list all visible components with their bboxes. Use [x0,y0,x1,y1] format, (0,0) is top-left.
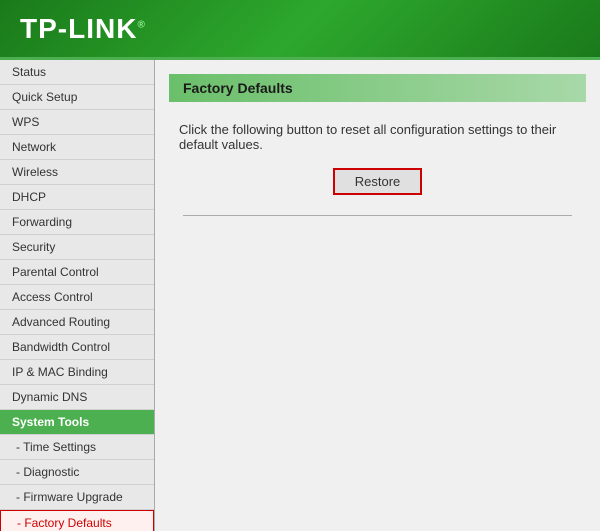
sidebar-item-firmware-upgrade[interactable]: - Firmware Upgrade [0,485,154,510]
logo-text: TP-LINK [20,13,137,44]
sidebar-item-ip-mac-binding[interactable]: IP & MAC Binding [0,360,154,385]
sidebar-item-wps[interactable]: WPS [0,110,154,135]
content-body: Click the following button to reset all … [155,102,600,246]
logo-registered: ® [137,19,145,30]
description-text: Click the following button to reset all … [179,122,586,152]
sidebar-item-access-control[interactable]: Access Control [0,285,154,310]
content-area: Factory Defaults Click the following but… [155,60,600,531]
sidebar-item-wireless[interactable]: Wireless [0,160,154,185]
sidebar: StatusQuick SetupWPSNetworkWirelessDHCPF… [0,60,155,531]
logo: TP-LINK® [20,13,146,45]
sidebar-item-bandwidth-control[interactable]: Bandwidth Control [0,335,154,360]
sidebar-item-status[interactable]: Status [0,60,154,85]
sidebar-item-quick-setup[interactable]: Quick Setup [0,85,154,110]
sidebar-item-factory-defaults[interactable]: - Factory Defaults [0,510,154,531]
sidebar-item-parental-control[interactable]: Parental Control [0,260,154,285]
sidebar-item-network[interactable]: Network [0,135,154,160]
sidebar-item-time-settings[interactable]: - Time Settings [0,435,154,460]
page-title: Factory Defaults [169,74,586,102]
restore-button-wrapper: Restore [169,168,586,195]
header: TP-LINK® [0,0,600,60]
sidebar-item-security[interactable]: Security [0,235,154,260]
sidebar-item-diagnostic[interactable]: - Diagnostic [0,460,154,485]
sidebar-item-forwarding[interactable]: Forwarding [0,210,154,235]
divider [183,215,572,216]
sidebar-item-dynamic-dns[interactable]: Dynamic DNS [0,385,154,410]
sidebar-item-dhcp[interactable]: DHCP [0,185,154,210]
sidebar-item-system-tools[interactable]: System Tools [0,410,154,435]
main-layout: StatusQuick SetupWPSNetworkWirelessDHCPF… [0,60,600,531]
restore-button[interactable]: Restore [333,168,423,195]
sidebar-item-advanced-routing[interactable]: Advanced Routing [0,310,154,335]
